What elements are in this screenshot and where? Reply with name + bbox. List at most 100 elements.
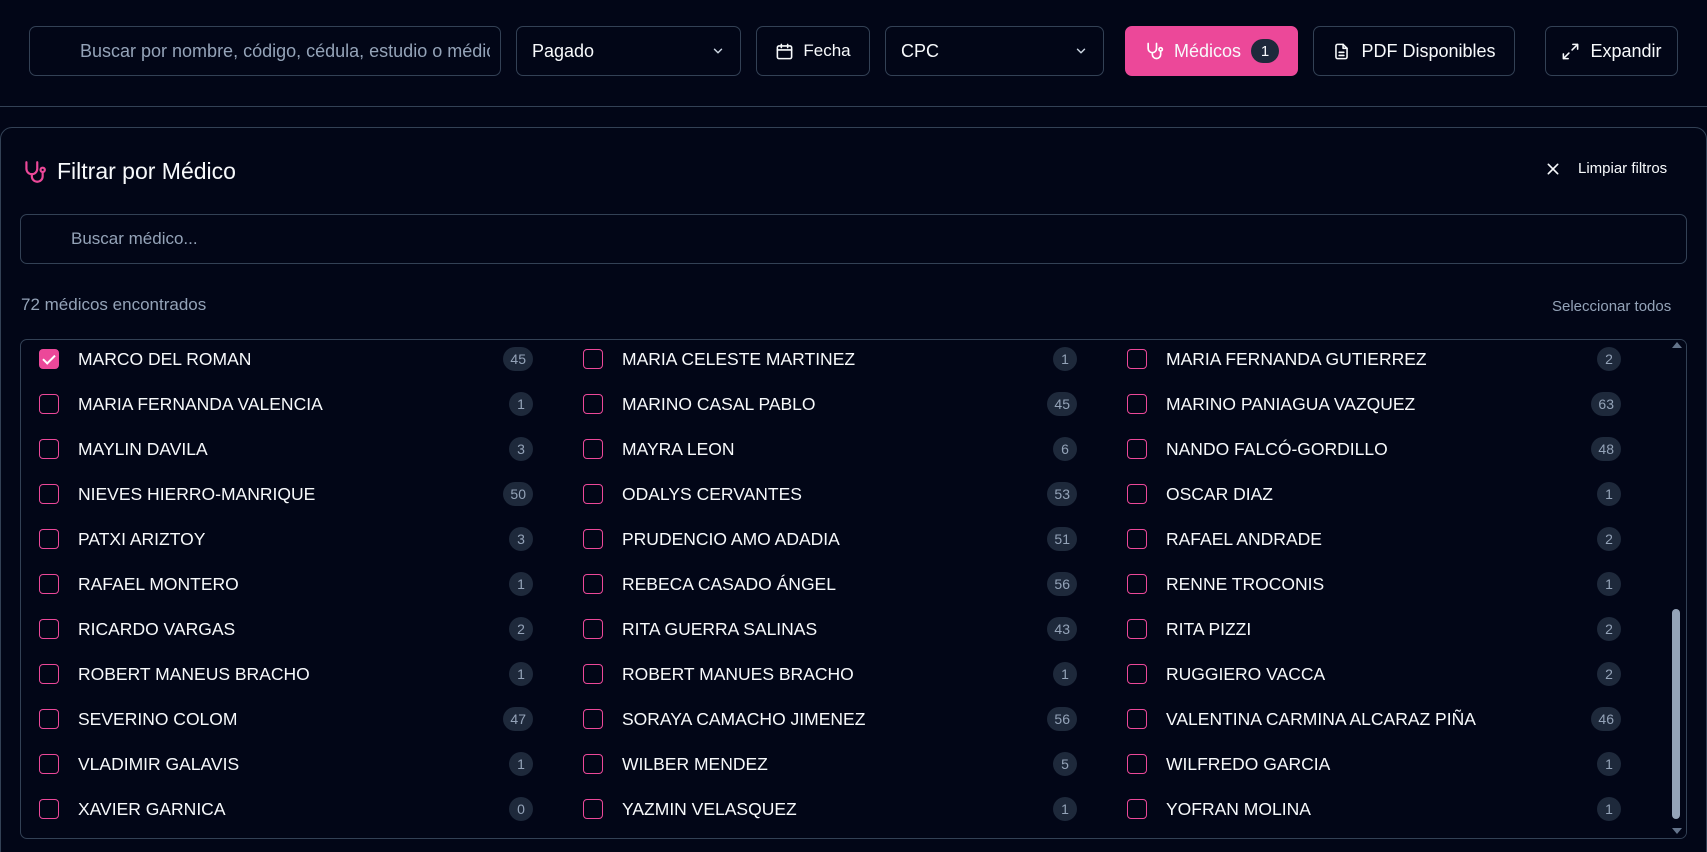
doctor-checkbox[interactable]: [39, 619, 59, 639]
doctor-name: RENNE TROCONIS: [1166, 573, 1325, 594]
doctor-list-item[interactable]: PATXI ARIZTOY 3: [39, 524, 535, 554]
doctor-list-item[interactable]: YOFRAN MOLINA 1: [1127, 794, 1623, 824]
pdf-available-button[interactable]: PDF Disponibles: [1313, 26, 1515, 76]
scroll-down-arrow[interactable]: [1672, 828, 1682, 834]
doctor-checkbox[interactable]: [1127, 394, 1147, 414]
doctor-checkbox[interactable]: [1127, 799, 1147, 819]
doctor-checkbox[interactable]: [1127, 709, 1147, 729]
doctor-count-badge: 63: [1591, 392, 1621, 416]
file-text-icon: [1335, 43, 1349, 59]
doctor-search-input[interactable]: Buscar médico...: [20, 214, 1687, 264]
clear-filters-button[interactable]: Limpiar filtros: [1545, 160, 1667, 177]
doctor-list-item[interactable]: WILBER MENDEZ 5: [583, 749, 1079, 779]
doctor-checkbox[interactable]: [583, 529, 603, 549]
doctor-name: RUGGIERO VACCA: [1166, 663, 1326, 684]
doctor-checkbox[interactable]: [39, 664, 59, 684]
doctor-list-item[interactable]: SEVERINO COLOM 47: [39, 704, 535, 734]
doctor-checkbox[interactable]: [583, 394, 603, 414]
doctor-checkbox[interactable]: [39, 484, 59, 504]
doctor-checkbox[interactable]: [39, 754, 59, 774]
doctor-list-item[interactable]: RAFAEL ANDRADE 2: [1127, 524, 1623, 554]
doctor-list-item[interactable]: RENNE TROCONIS 1: [1127, 569, 1623, 599]
doctor-checkbox[interactable]: [1127, 754, 1147, 774]
scroll-up-arrow[interactable]: [1672, 342, 1682, 348]
doctor-name: MARINO CASAL PABLO: [622, 393, 816, 414]
doctor-list-item[interactable]: PRUDENCIO AMO ADADIA 51: [583, 524, 1079, 554]
doctor-checkbox[interactable]: [39, 349, 59, 369]
doctor-list-item[interactable]: ODALYS CERVANTES 53: [583, 479, 1079, 509]
doctor-checkbox[interactable]: [583, 799, 603, 819]
medicos-button-label: Médicos: [1173, 40, 1242, 61]
doctor-checkbox[interactable]: [583, 619, 603, 639]
status-select[interactable]: Pagado: [516, 26, 741, 76]
doctor-list-item[interactable]: MAYLIN DAVILA 3: [39, 434, 535, 464]
doctor-list-item[interactable]: NANDO FALCÓ-GORDILLO 48: [1127, 434, 1623, 464]
doctor-count-badge: 53: [1047, 482, 1077, 506]
doctor-list-item[interactable]: VLADIMIR GALAVIS 1: [39, 749, 535, 779]
doctor-name: MARIA FERNANDA VALENCIA: [78, 393, 323, 414]
doctor-list-item[interactable]: RICARDO VARGAS 2: [39, 614, 535, 644]
doctor-name: MAYRA LEON: [622, 438, 735, 459]
doctor-checkbox[interactable]: [39, 574, 59, 594]
select-all-button[interactable]: Seleccionar todos: [1552, 298, 1671, 315]
medicos-filter-button[interactable]: Médicos 1: [1125, 26, 1298, 76]
doctor-list-item[interactable]: NIEVES HIERRO-MANRIQUE 50: [39, 479, 535, 509]
scrollbar-thumb[interactable]: [1672, 609, 1680, 819]
doctor-checkbox[interactable]: [39, 799, 59, 819]
doctor-checkbox[interactable]: [1127, 619, 1147, 639]
pdf-button-label: PDF Disponibles: [1361, 40, 1496, 61]
doctor-count-badge: 1: [509, 662, 533, 686]
doctor-list-item[interactable]: MARINO CASAL PABLO 45: [583, 389, 1079, 419]
results-count: 72 médicos encontrados: [21, 295, 207, 314]
date-button[interactable]: Fecha: [756, 26, 870, 76]
doctor-name: PRUDENCIO AMO ADADIA: [622, 528, 840, 549]
doctor-list-item[interactable]: OSCAR DIAZ 1: [1127, 479, 1623, 509]
doctor-list-item[interactable]: SORAYA CAMACHO JIMENEZ 56: [583, 704, 1079, 734]
branch-select[interactable]: CPC: [885, 26, 1104, 76]
doctor-list-item[interactable]: REBECA CASADO ÁNGEL 56: [583, 569, 1079, 599]
doctor-checkbox[interactable]: [39, 394, 59, 414]
expand-button[interactable]: Expandir: [1545, 26, 1678, 76]
doctor-list-item[interactable]: VALENTINA CARMINA ALCARAZ PIÑA 46: [1127, 704, 1623, 734]
doctor-checkbox[interactable]: [39, 529, 59, 549]
doctor-list-item[interactable]: RUGGIERO VACCA 2: [1127, 659, 1623, 689]
doctor-checkbox[interactable]: [583, 664, 603, 684]
doctor-list-item[interactable]: MARIA FERNANDA VALENCIA 1: [39, 389, 535, 419]
clear-filters-label: Limpiar filtros: [1578, 160, 1668, 177]
doctor-count-badge: 1: [509, 752, 533, 776]
doctor-list-item[interactable]: ROBERT MANUES BRACHO 1: [583, 659, 1079, 689]
main-search-input[interactable]: Buscar por nombre, código, cédula, estud…: [29, 26, 501, 76]
doctor-checkbox[interactable]: [583, 439, 603, 459]
doctor-name: RAFAEL MONTERO: [78, 573, 239, 594]
doctor-checkbox[interactable]: [583, 484, 603, 504]
doctor-count-badge: 6: [1053, 437, 1077, 461]
doctor-list-item[interactable]: WILFREDO GARCIA 1: [1127, 749, 1623, 779]
doctor-checkbox[interactable]: [39, 709, 59, 729]
doctor-checkbox[interactable]: [1127, 574, 1147, 594]
doctor-checkbox[interactable]: [583, 574, 603, 594]
scrollbar[interactable]: [1667, 340, 1686, 838]
doctor-list-item[interactable]: RITA PIZZI 2: [1127, 614, 1623, 644]
doctor-checkbox[interactable]: [1127, 439, 1147, 459]
doctor-list-item[interactable]: MARINO PANIAGUA VAZQUEZ 63: [1127, 389, 1623, 419]
doctor-checkbox[interactable]: [583, 709, 603, 729]
doctor-list-item[interactable]: MAYRA LEON 6: [583, 434, 1079, 464]
doctor-list-item[interactable]: MARIA CELESTE MARTINEZ 1: [583, 344, 1079, 374]
doctor-list-item[interactable]: RAFAEL MONTERO 1: [39, 569, 535, 599]
doctor-checkbox[interactable]: [1127, 484, 1147, 504]
doctor-list-item[interactable]: YAZMIN VELASQUEZ 1: [583, 794, 1079, 824]
doctor-checkbox[interactable]: [1127, 349, 1147, 369]
doctor-list-item[interactable]: XAVIER GARNICA 0: [39, 794, 535, 824]
doctor-list-item[interactable]: MARIA FERNANDA GUTIERREZ 2: [1127, 344, 1623, 374]
doctor-count-badge: 1: [1053, 797, 1077, 821]
doctor-checkbox[interactable]: [39, 439, 59, 459]
doctor-checkbox[interactable]: [583, 349, 603, 369]
status-select-value: Pagado: [532, 40, 595, 61]
doctor-list-item[interactable]: RITA GUERRA SALINAS 43: [583, 614, 1079, 644]
doctor-list-item[interactable]: ROBERT MANEUS BRACHO 1: [39, 659, 535, 689]
doctor-checkbox[interactable]: [583, 754, 603, 774]
doctor-name: PATXI ARIZTOY: [78, 528, 206, 549]
doctor-checkbox[interactable]: [1127, 529, 1147, 549]
doctor-list-item[interactable]: MARCO DEL ROMAN 45: [39, 344, 535, 374]
doctor-checkbox[interactable]: [1127, 664, 1147, 684]
